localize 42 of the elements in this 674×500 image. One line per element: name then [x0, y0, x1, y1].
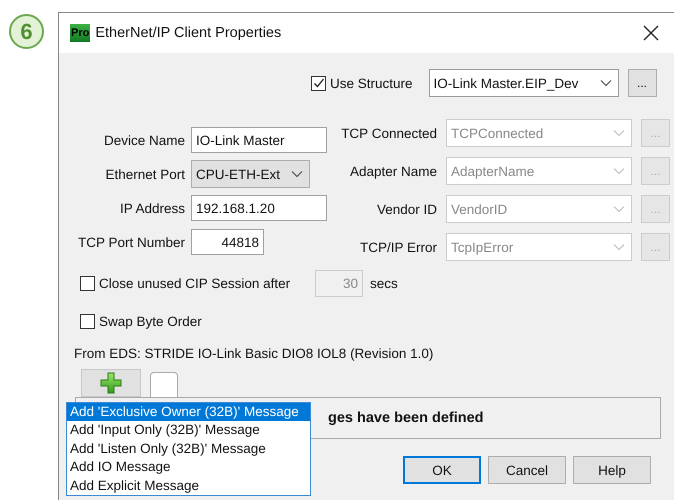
field-label: Ethernet Port [104, 166, 185, 182]
menu-item[interactable]: Add 'Exclusive Owner (32B)' Message [67, 403, 310, 422]
field-label: IP Address [118, 200, 185, 216]
eds-info-text: From EDS: STRIDE IO-Link Basic DIO8 IOL8 (Revision 1.0) [73, 346, 434, 361]
field-label: Vendor ID [376, 202, 437, 216]
messages-status-text: ges have been defined [328, 410, 484, 426]
dialog-button[interactable]: Cancel [488, 456, 566, 484]
menu-item[interactable]: Add 'Listen Only (32B)' Message [67, 440, 310, 458]
use-structure-checkbox[interactable] [311, 76, 326, 90]
caret-icon [613, 205, 625, 213]
dialog-button[interactable]: OK [403, 456, 481, 484]
field-label: TCP/IP Error [358, 240, 437, 254]
swap-byte-order-checkbox[interactable] [80, 314, 95, 329]
menu-item[interactable]: Add IO Message [67, 458, 310, 477]
window-title: EtherNet/IP Client Properties [95, 25, 282, 41]
input-field[interactable]: 44818 [191, 229, 264, 255]
field-label: TCP Port Number [76, 234, 185, 250]
app-icon: Pro [70, 24, 90, 42]
field-label: Device Name [102, 132, 185, 148]
unit-label: secs [370, 276, 398, 291]
browse-button[interactable]: ... [628, 69, 657, 97]
input-field[interactable]: 192.168.1.20 [191, 195, 327, 221]
step-number-badge: 6 [9, 14, 44, 49]
checkbox-label: Swap Byte Order [99, 314, 202, 329]
caret-icon [600, 79, 612, 87]
caret-icon [613, 243, 625, 251]
menu-item[interactable]: Add 'Input Only (32B)' Message [67, 421, 310, 440]
checkbox-label: Use Structure [330, 76, 413, 90]
caret-icon [613, 129, 625, 137]
caret-icon [291, 170, 303, 178]
close-icon[interactable] [643, 25, 659, 41]
dialog-button[interactable]: Help [573, 456, 651, 484]
menu-item[interactable]: Add Explicit Message [67, 476, 310, 495]
checkbox-label: Close unused CIP Session after [99, 276, 290, 291]
input-field[interactable]: IO-Link Master [191, 127, 327, 153]
field-label: Adapter Name [348, 164, 437, 178]
ethernet-port-dropdown[interactable]: CPU-ETH-Ext [191, 160, 310, 188]
caret-icon [613, 167, 625, 175]
field-label: TCP Connected [340, 126, 437, 140]
add-button[interactable] [81, 369, 141, 397]
structure-dropdown[interactable]: IO-Link Master.EIP_Dev [428, 69, 619, 97]
plus-icon [100, 372, 122, 394]
